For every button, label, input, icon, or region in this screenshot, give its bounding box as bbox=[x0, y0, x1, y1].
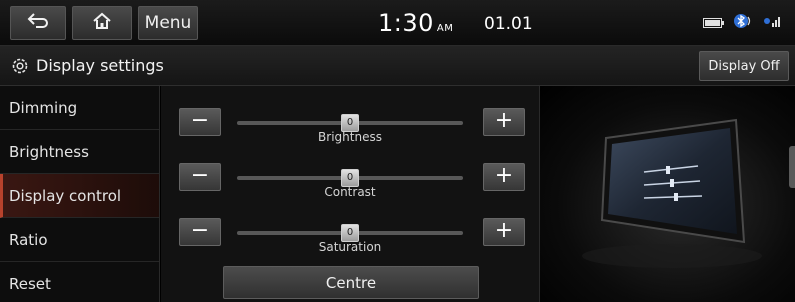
battery-icon bbox=[703, 14, 725, 33]
contrast-slider[interactable]: 0 bbox=[237, 169, 463, 187]
sidebar-item-dimming[interactable]: Dimming bbox=[0, 86, 159, 130]
display-control-panel: − 0 Brightness + − 0 Contrast + − 0 Satu… bbox=[161, 86, 539, 302]
clock-ampm: AM bbox=[436, 23, 454, 34]
back-button[interactable] bbox=[10, 6, 66, 40]
sidebar-item-brightness[interactable]: Brightness bbox=[0, 130, 159, 174]
saturation-minus-button[interactable]: − bbox=[179, 218, 221, 246]
saturation-slider[interactable]: 0 bbox=[237, 224, 463, 242]
menu-button[interactable]: Menu bbox=[138, 6, 198, 40]
brightness-plus-button[interactable]: + bbox=[483, 108, 525, 136]
sidebar-item-label: Brightness bbox=[9, 142, 89, 161]
preview-edge-tab[interactable] bbox=[789, 146, 795, 188]
menu-label: Menu bbox=[144, 13, 192, 33]
sidebar-item-label: Dimming bbox=[9, 98, 78, 117]
display-off-label: Display Off bbox=[708, 58, 780, 74]
home-icon bbox=[92, 12, 112, 35]
contrast-plus-button[interactable]: + bbox=[483, 163, 525, 191]
sidebar: Dimming Brightness Display control Ratio… bbox=[0, 86, 160, 302]
saturation-label: Saturation bbox=[318, 240, 382, 254]
gear-icon bbox=[10, 56, 30, 80]
brightness-row: − 0 Brightness + bbox=[161, 100, 539, 156]
brightness-label: Brightness bbox=[318, 130, 382, 144]
date: 01.01 bbox=[484, 14, 533, 34]
status-icons bbox=[703, 12, 783, 34]
centre-button[interactable]: Centre bbox=[223, 266, 479, 299]
bluetooth-icon bbox=[734, 12, 754, 34]
contrast-minus-button[interactable]: − bbox=[179, 163, 221, 191]
home-button[interactable] bbox=[72, 6, 132, 40]
centre-label: Centre bbox=[325, 273, 377, 292]
display-off-button[interactable]: Display Off bbox=[699, 51, 789, 81]
sidebar-item-display-control[interactable]: Display control bbox=[0, 174, 159, 218]
page-title: Display settings bbox=[36, 56, 164, 75]
sidebar-item-label: Display control bbox=[9, 186, 122, 205]
contrast-row: − 0 Contrast + bbox=[161, 155, 539, 211]
sidebar-item-ratio[interactable]: Ratio bbox=[0, 218, 159, 262]
top-status-bar: Menu 1:30 AM 01.01 bbox=[0, 0, 795, 46]
sidebar-item-reset[interactable]: Reset bbox=[0, 262, 159, 302]
saturation-row: − 0 Saturation + bbox=[161, 210, 539, 266]
sidebar-item-label: Reset bbox=[9, 274, 51, 293]
monitor-preview-image bbox=[582, 118, 762, 268]
display-preview bbox=[539, 86, 795, 302]
title-bar: Display settings Display Off bbox=[0, 46, 795, 86]
contrast-label: Contrast bbox=[324, 185, 376, 199]
sidebar-item-label: Ratio bbox=[9, 230, 48, 249]
clock-time: 1:30 bbox=[378, 9, 434, 37]
signal-icon bbox=[763, 13, 783, 33]
brightness-slider[interactable]: 0 bbox=[237, 114, 463, 132]
clock: 1:30 AM bbox=[378, 9, 453, 37]
saturation-plus-button[interactable]: + bbox=[483, 218, 525, 246]
back-icon bbox=[26, 12, 50, 35]
brightness-minus-button[interactable]: − bbox=[179, 108, 221, 136]
